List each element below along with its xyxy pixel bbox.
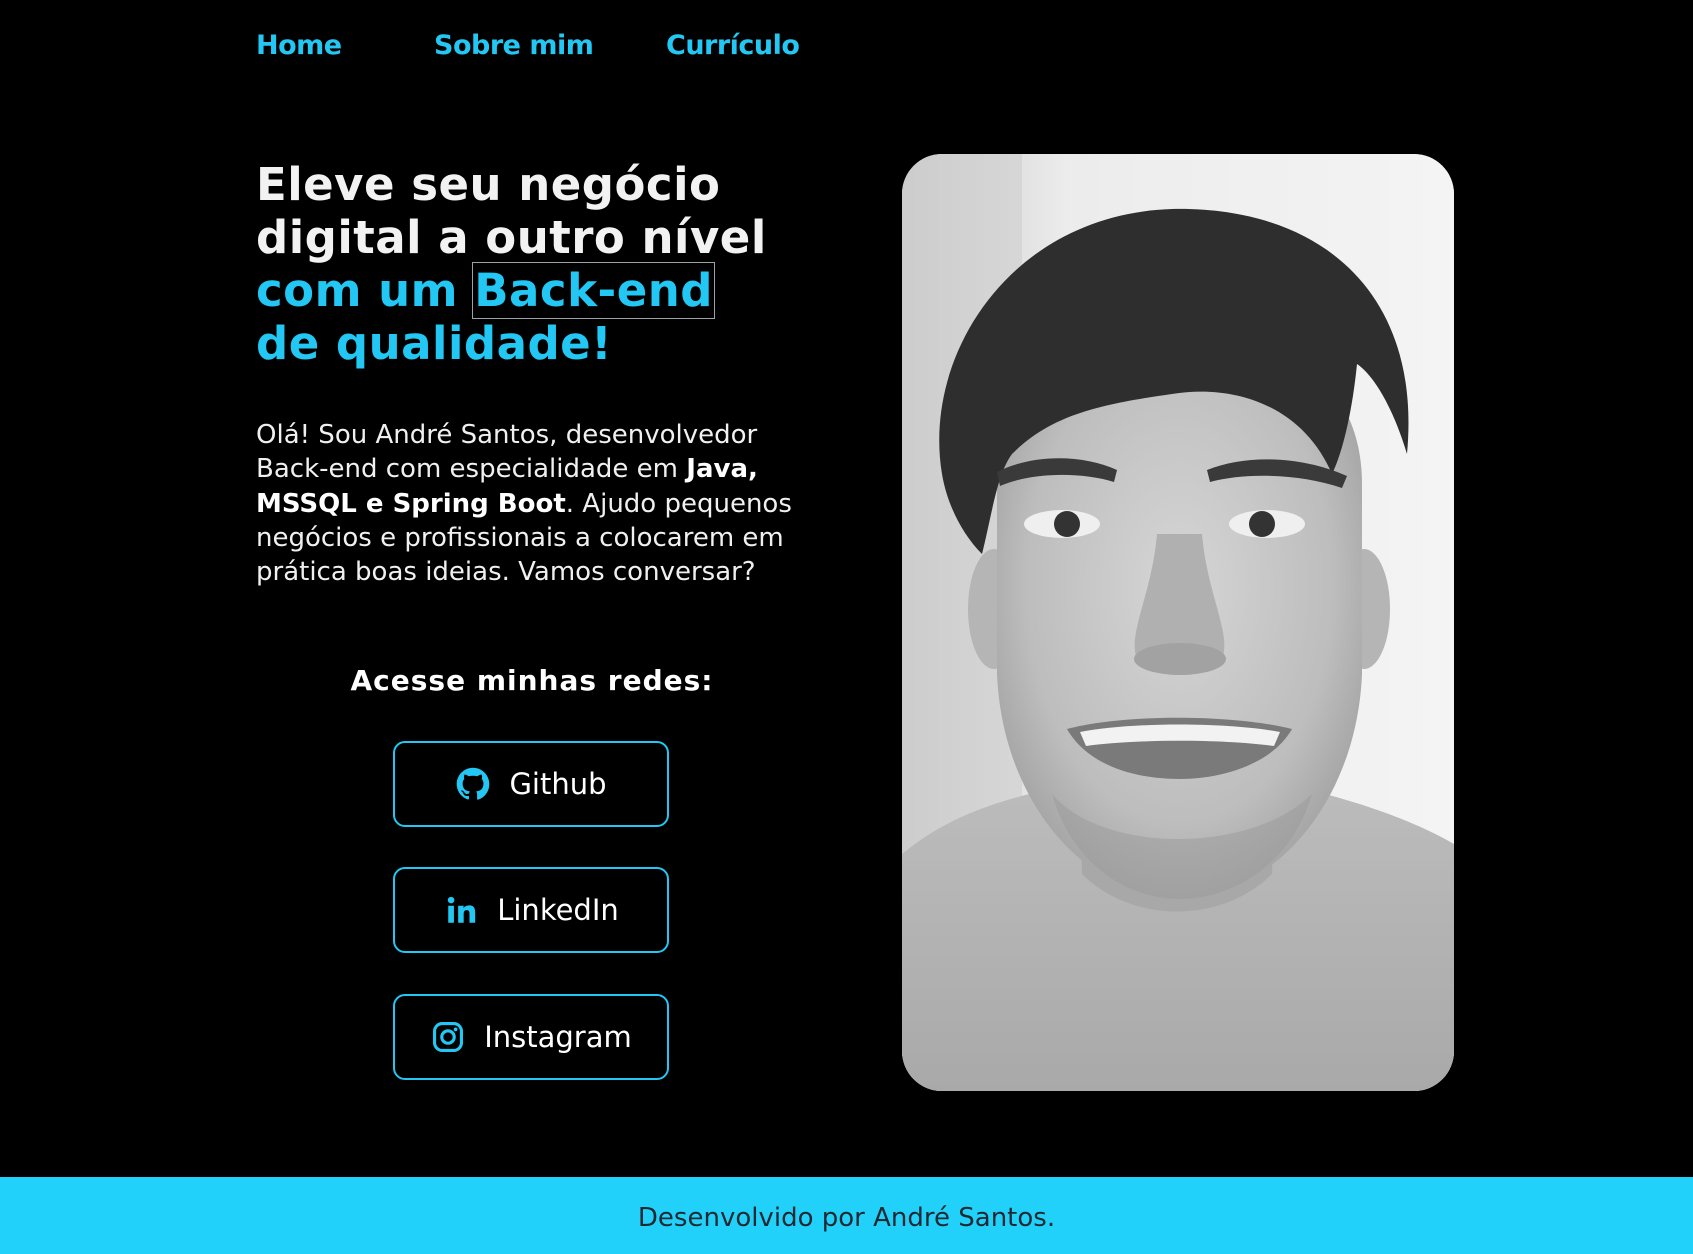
nav-about-link[interactable]: Sobre mim [434, 30, 666, 61]
headline-highlight: Back-end [472, 262, 715, 319]
intro-text-1: Olá! Sou André Santos, desenvolvedor Bac… [256, 420, 758, 485]
headline-line-3: com um Back-end [256, 262, 816, 319]
github-button[interactable]: Github [393, 741, 669, 827]
footer: Desenvolvido por André Santos. [0, 1177, 1693, 1254]
profile-photo [902, 154, 1454, 1091]
footer-text: Desenvolvido por André Santos. [637, 1202, 1056, 1233]
intro-paragraph: Olá! Sou André Santos, desenvolvedor Bac… [256, 418, 816, 589]
github-icon [455, 766, 491, 802]
portrait-illustration [902, 154, 1454, 1091]
top-nav: Home Sobre mim Currículo [256, 30, 800, 61]
hero-headline: Eleve seu negócio digital a outro nível … [256, 158, 816, 370]
instagram-button[interactable]: Instagram [393, 994, 669, 1080]
nav-home-link[interactable]: Home [256, 30, 434, 61]
headline-line-3-text: com um [256, 264, 475, 317]
github-label: Github [509, 767, 607, 801]
instagram-icon [430, 1019, 466, 1055]
headline-line-4: de qualidade! [256, 317, 613, 370]
linkedin-button[interactable]: LinkedIn [393, 867, 669, 953]
social-title: Acesse minhas redes: [350, 664, 714, 697]
nav-resume-link[interactable]: Currículo [666, 30, 800, 61]
headline-line-1: Eleve seu negócio [256, 158, 721, 211]
linkedin-label: LinkedIn [497, 893, 619, 927]
page: Home Sobre mim Currículo Eleve seu negóc… [0, 0, 1693, 1254]
headline-line-2: digital a outro nível [256, 211, 767, 264]
linkedin-icon [443, 892, 479, 928]
instagram-label: Instagram [484, 1020, 632, 1054]
